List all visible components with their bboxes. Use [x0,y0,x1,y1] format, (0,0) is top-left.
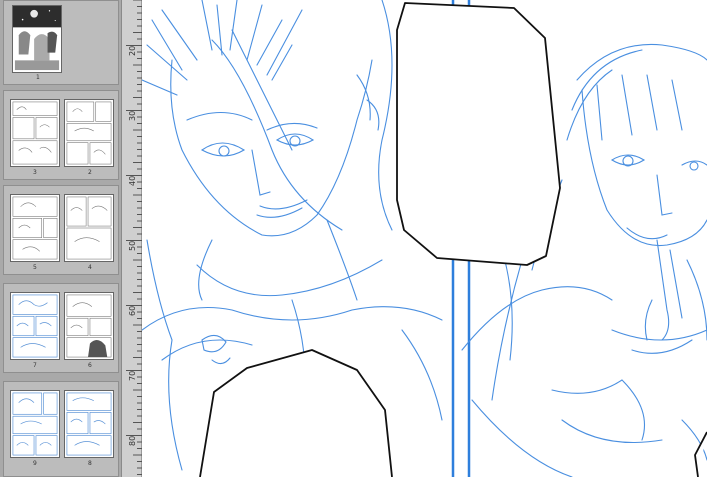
page-number: 4 [88,264,92,271]
page-number: 1 [36,74,40,81]
page-number: 6 [88,362,92,369]
page-thumbnail-5[interactable] [10,194,60,262]
page-thumbnail-8[interactable] [64,390,114,458]
page-group-1[interactable]: 1 [3,0,119,85]
page-number: 7 [33,362,37,369]
speech-balloon-top[interactable] [396,2,561,266]
page-thumbnail-6[interactable] [64,292,114,360]
ruler-label: 60 [128,305,137,316]
page-number: 3 [33,169,37,176]
page-thumbnail-4[interactable] [64,194,114,262]
ruler-label: 70 [128,370,137,381]
ruler-label: 80 [128,435,137,446]
drawing-canvas[interactable] [142,0,707,477]
page-number: 2 [88,169,92,176]
speech-balloon-bottom[interactable] [199,349,393,477]
ruler-label: 40 [128,175,137,186]
page-number: 5 [33,264,37,271]
page-number: 9 [33,460,37,467]
page-number: 8 [88,460,92,467]
sketch-artwork [142,0,707,477]
page-group-4[interactable]: 7 6 [3,283,119,373]
ruler-ticks [126,0,142,475]
page-group-2[interactable]: 3 2 [3,90,119,180]
ruler-label: 50 [128,240,137,251]
page-group-3[interactable]: 5 4 [3,185,119,275]
page-thumbnail-9[interactable] [10,390,60,458]
page-thumbnail-7[interactable] [10,292,60,360]
vertical-ruler: 20 30 40 50 60 70 80 [122,0,142,477]
ruler-label: 20 [128,45,137,56]
pages-panel: 1 3 2 5 4 7 6 9 8 [0,0,122,477]
ruler-label: 30 [128,110,137,121]
page-thumbnail-3[interactable] [10,99,60,167]
page-group-5[interactable]: 9 8 [3,381,119,477]
page-thumbnail-1[interactable] [12,5,62,73]
page-thumbnail-2[interactable] [64,99,114,167]
